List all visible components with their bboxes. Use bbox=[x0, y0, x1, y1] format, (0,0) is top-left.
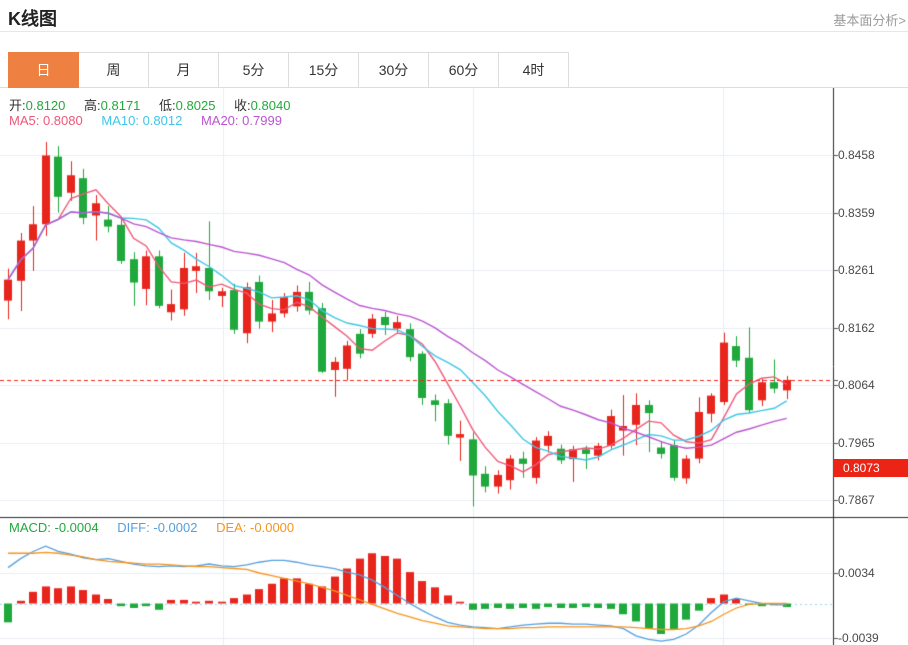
ma10-value: 0.8012 bbox=[142, 113, 183, 128]
fundamental-analysis-link[interactable]: 基本面分析> bbox=[833, 10, 906, 29]
diff-label: DIFF: bbox=[117, 520, 150, 535]
dea-label: DEA: bbox=[216, 520, 247, 535]
ma-readout: MA5: 0.8080 MA10: 0.8012 MA20: 0.7999 bbox=[9, 113, 297, 128]
kline-page: K线图 基本面分析> 日 周 月 5分 15分 30分 60分 4时 开:0.8… bbox=[0, 0, 908, 645]
tab-15min[interactable]: 15分 bbox=[288, 52, 359, 88]
kline-chart-canvas[interactable] bbox=[0, 88, 908, 645]
open-value: 0.8120 bbox=[25, 98, 66, 113]
macd-tick-label: -0.0039 bbox=[838, 631, 879, 645]
ma10-label: MA10: bbox=[101, 113, 139, 128]
diff-value: -0.0002 bbox=[153, 520, 198, 535]
low-label: 低: bbox=[159, 98, 176, 113]
price-tick-label: 0.8261 bbox=[838, 263, 875, 278]
price-tick-label: 0.8064 bbox=[838, 378, 875, 393]
page-title: K线图 bbox=[8, 9, 57, 29]
ma20-value: 0.7999 bbox=[242, 113, 282, 128]
tab-month[interactable]: 月 bbox=[148, 52, 219, 88]
price-tick-label: 0.7867 bbox=[838, 493, 875, 507]
tab-60min[interactable]: 60分 bbox=[428, 52, 499, 88]
tab-5min[interactable]: 5分 bbox=[218, 52, 289, 88]
last-price-badge: 0.8073 bbox=[834, 458, 908, 477]
tab-day[interactable]: 日 bbox=[8, 52, 79, 88]
macd-tick-label: 0.0034 bbox=[838, 565, 875, 580]
high-value: 0.8171 bbox=[100, 98, 141, 113]
page-header: K线图 基本面分析> bbox=[0, 0, 908, 32]
price-axis: 0.8458 0.8359 0.8261 0.8162 0.8064 0.7965 0.78… bbox=[838, 88, 908, 645]
close-value: 0.8040 bbox=[250, 98, 291, 113]
tab-week[interactable]: 周 bbox=[78, 52, 149, 88]
high-label: 高: bbox=[84, 98, 101, 113]
dea-value: -0.0000 bbox=[250, 520, 295, 535]
price-tick-label: 0.8162 bbox=[838, 321, 875, 335]
tab-30min[interactable]: 30分 bbox=[358, 52, 429, 88]
price-tick-label: 0.8458 bbox=[838, 148, 875, 163]
open-label: 开: bbox=[9, 98, 26, 113]
macd-value: -0.0004 bbox=[54, 520, 99, 535]
tab-4hour[interactable]: 4时 bbox=[498, 52, 569, 88]
period-tabs: 日 周 月 5分 15分 30分 60分 4时 bbox=[8, 52, 569, 88]
close-label: 收: bbox=[234, 98, 251, 113]
macd-label: MACD: bbox=[9, 520, 51, 535]
price-tick-label: 0.8359 bbox=[838, 206, 875, 221]
ohlc-readout: 开:0.8120 高:0.8171 低:0.8025 收:0.8040 bbox=[9, 95, 305, 114]
ma20-label: MA20: bbox=[200, 113, 239, 128]
price-tick-label: 0.7965 bbox=[838, 435, 875, 450]
ma5-label: MA5: bbox=[9, 113, 40, 128]
macd-readout: MACD: -0.0004 DIFF: -0.0002 DEA: -0.0000 bbox=[9, 520, 309, 535]
chart-area: 开:0.8120 高:0.8171 低:0.8025 收:0.8040 MA5:… bbox=[0, 88, 908, 645]
ma5-value: 0.8080 bbox=[42, 113, 83, 128]
low-value: 0.8025 bbox=[175, 98, 216, 113]
period-tabbar: 日 周 月 5分 15分 30分 60分 4时 bbox=[0, 52, 908, 88]
